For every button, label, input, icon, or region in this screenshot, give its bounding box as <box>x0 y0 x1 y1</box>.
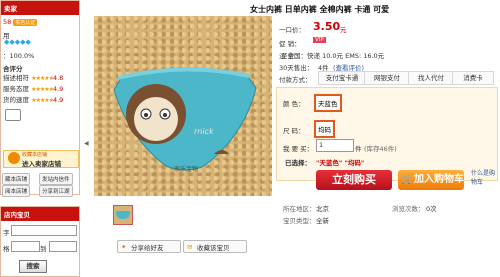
share-shop-link[interactable]: 分享到江湖 <box>39 185 73 197</box>
search-price-max-input[interactable] <box>49 241 77 252</box>
payment-tab-card[interactable]: 消费卡 <box>452 71 494 85</box>
search-price-min-input[interactable] <box>11 241 40 252</box>
wangwang-icon[interactable] <box>5 109 21 121</box>
selected-summary: "天蓝色" "均码" <box>316 159 365 167</box>
product-main-image[interactable]: rnick 家乐宝物 <box>94 16 272 196</box>
shop-search-header: 店内宝贝 <box>1 207 79 221</box>
seller-name[interactable]: 58 <box>3 18 11 26</box>
condition-value: 全新 <box>316 217 329 225</box>
what-is-cart-link[interactable]: 什么是购物车 <box>471 169 497 187</box>
price-value: 3.50 <box>313 20 341 33</box>
product-title: 女士内裤 日单内裤 全棉内裤 卡通 可爱 <box>250 5 390 14</box>
payment-tab-bank[interactable]: 网银支付 <box>364 71 410 85</box>
star-icon: ★★★★★ <box>31 86 54 93</box>
shop-icon <box>8 152 20 164</box>
rating-row: 描述相符 ★★★★★4.8 <box>3 74 64 82</box>
image-watermark: 家乐宝物 <box>174 166 199 173</box>
payment-tab-proxy[interactable]: 找人代付 <box>408 71 454 85</box>
add-to-cart-button[interactable]: 🛒 加入购物车 <box>398 170 464 190</box>
share-icon: ✦ <box>121 243 127 251</box>
star-icon: ★★★★★ <box>31 75 54 82</box>
payment-tab-alipay[interactable]: 支付宝卡通 <box>318 71 366 85</box>
fav-shop-link[interactable]: 藏本店铺 <box>2 173 31 185</box>
shop-search-panel: 店内宝贝 字 格 到 搜索 <box>0 206 80 277</box>
views-value: 0次 <box>426 205 437 213</box>
favorite-item-button[interactable]: ✉ 收藏该宝贝 <box>183 240 247 253</box>
buy-now-button[interactable]: 立刻购买 <box>316 170 392 190</box>
seller-panel-header: 卖家 <box>1 1 79 15</box>
vip-badge: VIP <box>313 37 326 43</box>
rating-list: 描述相符 ★★★★★4.8 服务态度 ★★★★★4.9 货的速度 ★★★★★4.… <box>3 73 79 106</box>
credit-diamonds-icon: ◆◆◆◆◆ <box>4 38 31 46</box>
stock-text: (库存46件) <box>364 145 397 153</box>
product-thumbnail[interactable] <box>113 205 133 225</box>
send-message-link[interactable]: 发站内信件 <box>39 173 73 185</box>
enter-shop-button[interactable]: 收藏本店铺 进入卖家店铺 <box>3 150 79 168</box>
browse-shop-link[interactable]: 阅本店铺 <box>2 185 31 197</box>
rating-row: 货的速度 ★★★★★4.9 <box>3 96 64 104</box>
share-friend-button[interactable]: ✦ 分享给好友 <box>117 240 181 253</box>
rating-row: 服务态度 ★★★★★4.9 <box>3 85 64 93</box>
collapse-arrow-icon[interactable]: ◀ <box>84 140 89 147</box>
seller-panel: 卖家 58 实名认证 用 ◆◆◆◆◆ ：100.0% 合评分 描述相符 ★★★★… <box>0 0 80 197</box>
good-rate: ：100.0% <box>3 52 35 60</box>
shipping-value: 至全国：快递 10.0元 EMS: 16.0元 <box>281 52 385 60</box>
color-option-skyblue[interactable]: 天蓝色 <box>314 94 342 112</box>
quantity-input[interactable]: 1 <box>316 139 354 152</box>
location-value: 北京 <box>316 205 329 213</box>
rating-header: 合评分 <box>3 65 23 73</box>
seller-badge-icon: 实名认证 <box>13 19 38 26</box>
size-option-onesize[interactable]: 均码 <box>314 120 335 138</box>
favorite-icon: ✉ <box>187 243 193 251</box>
brand-print: rnick <box>194 127 214 136</box>
search-button[interactable]: 搜索 <box>19 260 47 273</box>
cart-icon: 🛒 <box>401 174 414 185</box>
star-icon: ★★★★★ <box>31 97 54 104</box>
search-keyword-input[interactable] <box>11 225 77 236</box>
